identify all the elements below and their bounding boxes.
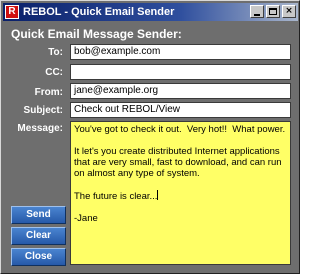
text-caret xyxy=(157,190,159,200)
maximize-button[interactable] xyxy=(266,5,280,18)
subject-field[interactable]: Check out REBOL/View xyxy=(70,102,291,118)
window-controls: × xyxy=(250,5,296,18)
to-field[interactable]: bob@example.com xyxy=(70,44,291,60)
subject-label: Subject: xyxy=(23,105,63,116)
form-heading: Quick Email Message Sender: xyxy=(11,27,182,41)
close-button[interactable]: × xyxy=(282,5,296,18)
cc-label: CC: xyxy=(45,67,63,78)
maximize-icon xyxy=(269,8,277,15)
app-window: R REBOL - Quick Email Sender × Quick Ema… xyxy=(0,0,300,274)
message-signature: -Jane xyxy=(74,213,98,224)
cc-field[interactable] xyxy=(70,64,291,80)
message-textarea[interactable]: You've got to check it out. Very hot!! W… xyxy=(70,121,291,265)
from-field[interactable]: jane@example.org xyxy=(70,83,291,99)
send-button[interactable]: Send xyxy=(11,206,66,224)
message-text: You've got to check it out. Very hot!! W… xyxy=(74,124,286,202)
rebol-app-icon: R xyxy=(5,5,19,19)
close-icon: × xyxy=(285,6,293,16)
window-title: REBOL - Quick Email Sender xyxy=(23,6,175,18)
minimize-button[interactable] xyxy=(250,5,264,18)
to-label: To: xyxy=(48,47,63,58)
close-form-button[interactable]: Close xyxy=(11,248,66,266)
title-bar[interactable]: R REBOL - Quick Email Sender × xyxy=(3,3,298,21)
from-label: From: xyxy=(34,87,63,98)
clear-button[interactable]: Clear xyxy=(11,227,66,245)
minimize-icon xyxy=(254,14,260,16)
message-label: Message: xyxy=(17,123,63,134)
